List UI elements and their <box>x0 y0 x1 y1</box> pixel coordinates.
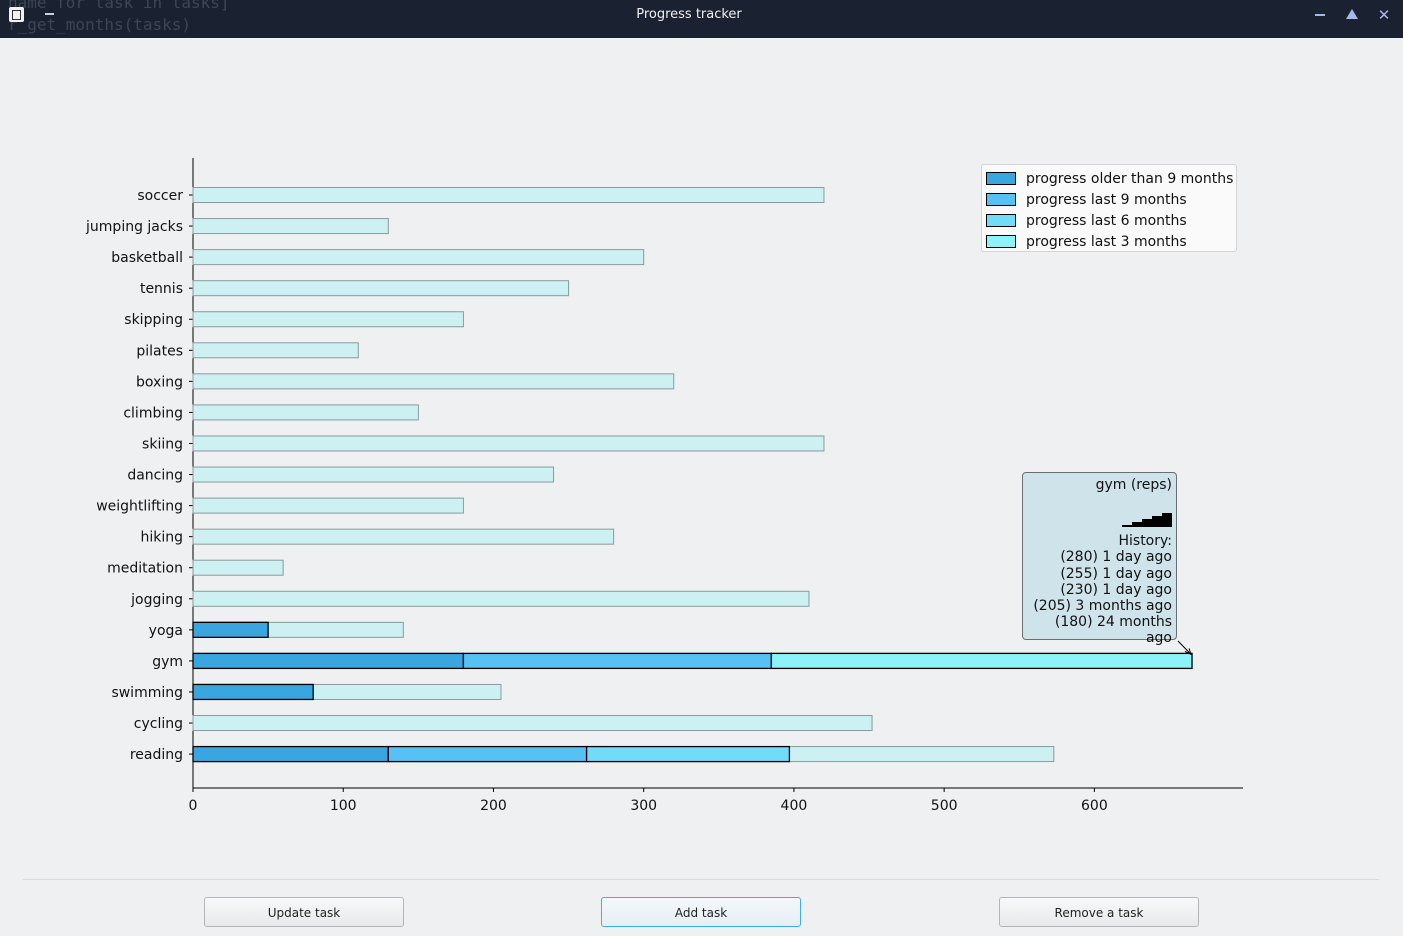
legend-swatch <box>986 214 1016 227</box>
x-tick-label: 500 <box>931 798 958 814</box>
chart-legend: progress older than 9 months progress la… <box>981 164 1237 252</box>
history-label: History: <box>1118 533 1172 550</box>
legend-item: progress older than 9 months <box>986 168 1236 189</box>
y-tick-label: skipping <box>124 312 183 328</box>
tooltip-arrow <box>1177 640 1192 655</box>
legend-item: progress last 9 months <box>986 189 1236 210</box>
sparkline-bar <box>1132 522 1142 528</box>
progress-bar <box>192 745 389 763</box>
progress-bar <box>462 652 773 670</box>
x-tick-label: 200 <box>480 798 507 814</box>
x-tick-label: 300 <box>630 798 657 814</box>
goal-bar <box>192 218 389 235</box>
goal-bar <box>192 715 873 732</box>
legend-swatch <box>986 172 1016 185</box>
y-tick-label: jogging <box>130 592 183 608</box>
history-entry: (230) 1 day ago <box>1060 581 1172 598</box>
goal-bar <box>192 280 570 297</box>
sparkline-bar <box>1122 525 1132 528</box>
goal-bar <box>192 466 555 483</box>
separator <box>23 879 1379 880</box>
sparkline-bar <box>1152 516 1162 528</box>
goal-bar <box>192 404 419 421</box>
legend-label: progress last 9 months <box>1026 191 1187 208</box>
y-tick-label: swimming <box>111 685 183 701</box>
history-entry: (280) 1 day ago <box>1060 549 1172 566</box>
y-tick-label: hiking <box>140 530 183 546</box>
legend-label: progress last 6 months <box>1026 212 1187 229</box>
history-entry: (180) 24 months ago <box>1054 614 1172 647</box>
legend-label: progress last 3 months <box>1026 233 1187 250</box>
goal-bar <box>192 373 675 390</box>
y-tick-label: meditation <box>107 561 183 577</box>
history-entry: (205) 3 months ago <box>1033 598 1172 615</box>
y-tick-label: jumping jacks <box>85 219 183 235</box>
x-tick-label: 600 <box>1081 798 1108 814</box>
legend-item: progress last 3 months <box>986 231 1236 252</box>
remove-task-button[interactable]: Remove a task <box>999 897 1199 927</box>
progress-bar <box>770 652 1193 670</box>
sparkline-bar <box>1142 519 1152 528</box>
task-tooltip: gym (reps) History: (280) 1 day ago (255… <box>1022 472 1177 646</box>
progress-bar <box>387 745 588 763</box>
goal-bar <box>192 559 284 576</box>
y-tick-label: tennis <box>140 281 183 297</box>
progress-bar <box>192 683 314 701</box>
x-tick-label: 100 <box>330 798 357 814</box>
goal-bar <box>192 249 645 266</box>
y-tick-label: soccer <box>137 188 183 204</box>
x-tick-label: 0 <box>189 798 198 814</box>
title-bar: name for task in tasks] r_get_months(task… <box>0 0 1403 38</box>
goal-bar <box>192 311 464 328</box>
history-entry: (255) 1 day ago <box>1060 565 1172 582</box>
y-tick-label: cycling <box>134 716 183 732</box>
window-title: Progress tracker <box>636 7 742 22</box>
close-icon[interactable]: ✕ <box>1374 5 1394 25</box>
y-tick-label: weightlifting <box>96 499 183 515</box>
progress-bar <box>192 652 465 670</box>
legend-swatch <box>986 235 1016 248</box>
goal-bar <box>192 187 825 203</box>
y-tick-label: dancing <box>127 468 183 484</box>
y-tick-label: skiing <box>142 436 183 452</box>
history-sparkline <box>1122 497 1172 528</box>
add-task-button[interactable]: Add task <box>601 897 801 927</box>
progress-bar <box>585 745 791 763</box>
sparkline-bar <box>1162 513 1172 528</box>
y-tick-label: yoga <box>149 623 183 639</box>
legend-label: progress older than 9 months <box>1026 170 1234 187</box>
goal-bar <box>192 590 810 607</box>
maximize-icon[interactable] <box>1342 5 1362 25</box>
tooltip-title: gym (reps) <box>1095 477 1172 493</box>
y-tick-label: boxing <box>136 374 183 390</box>
update-task-button[interactable]: Update task <box>204 897 404 927</box>
goal-bar <box>192 497 464 514</box>
legend-swatch <box>986 193 1016 206</box>
minimize-icon[interactable] <box>1310 5 1330 25</box>
y-tick-label: climbing <box>123 405 183 421</box>
y-tick-label: pilates <box>136 343 183 359</box>
main-window: 0 100 200 300 400 500 600 soccer jumping jacks ba… <box>1 38 1401 936</box>
legend-item: progress last 6 months <box>986 210 1236 231</box>
y-tick-label: gym <box>152 654 183 670</box>
y-tick-label: basketball <box>111 250 183 266</box>
goal-bar <box>192 528 615 545</box>
goal-bar <box>192 435 825 452</box>
goal-bar <box>192 342 359 359</box>
x-tick-label: 400 <box>781 798 808 814</box>
progress-bar <box>192 621 269 638</box>
y-tick-label: reading <box>130 747 183 763</box>
